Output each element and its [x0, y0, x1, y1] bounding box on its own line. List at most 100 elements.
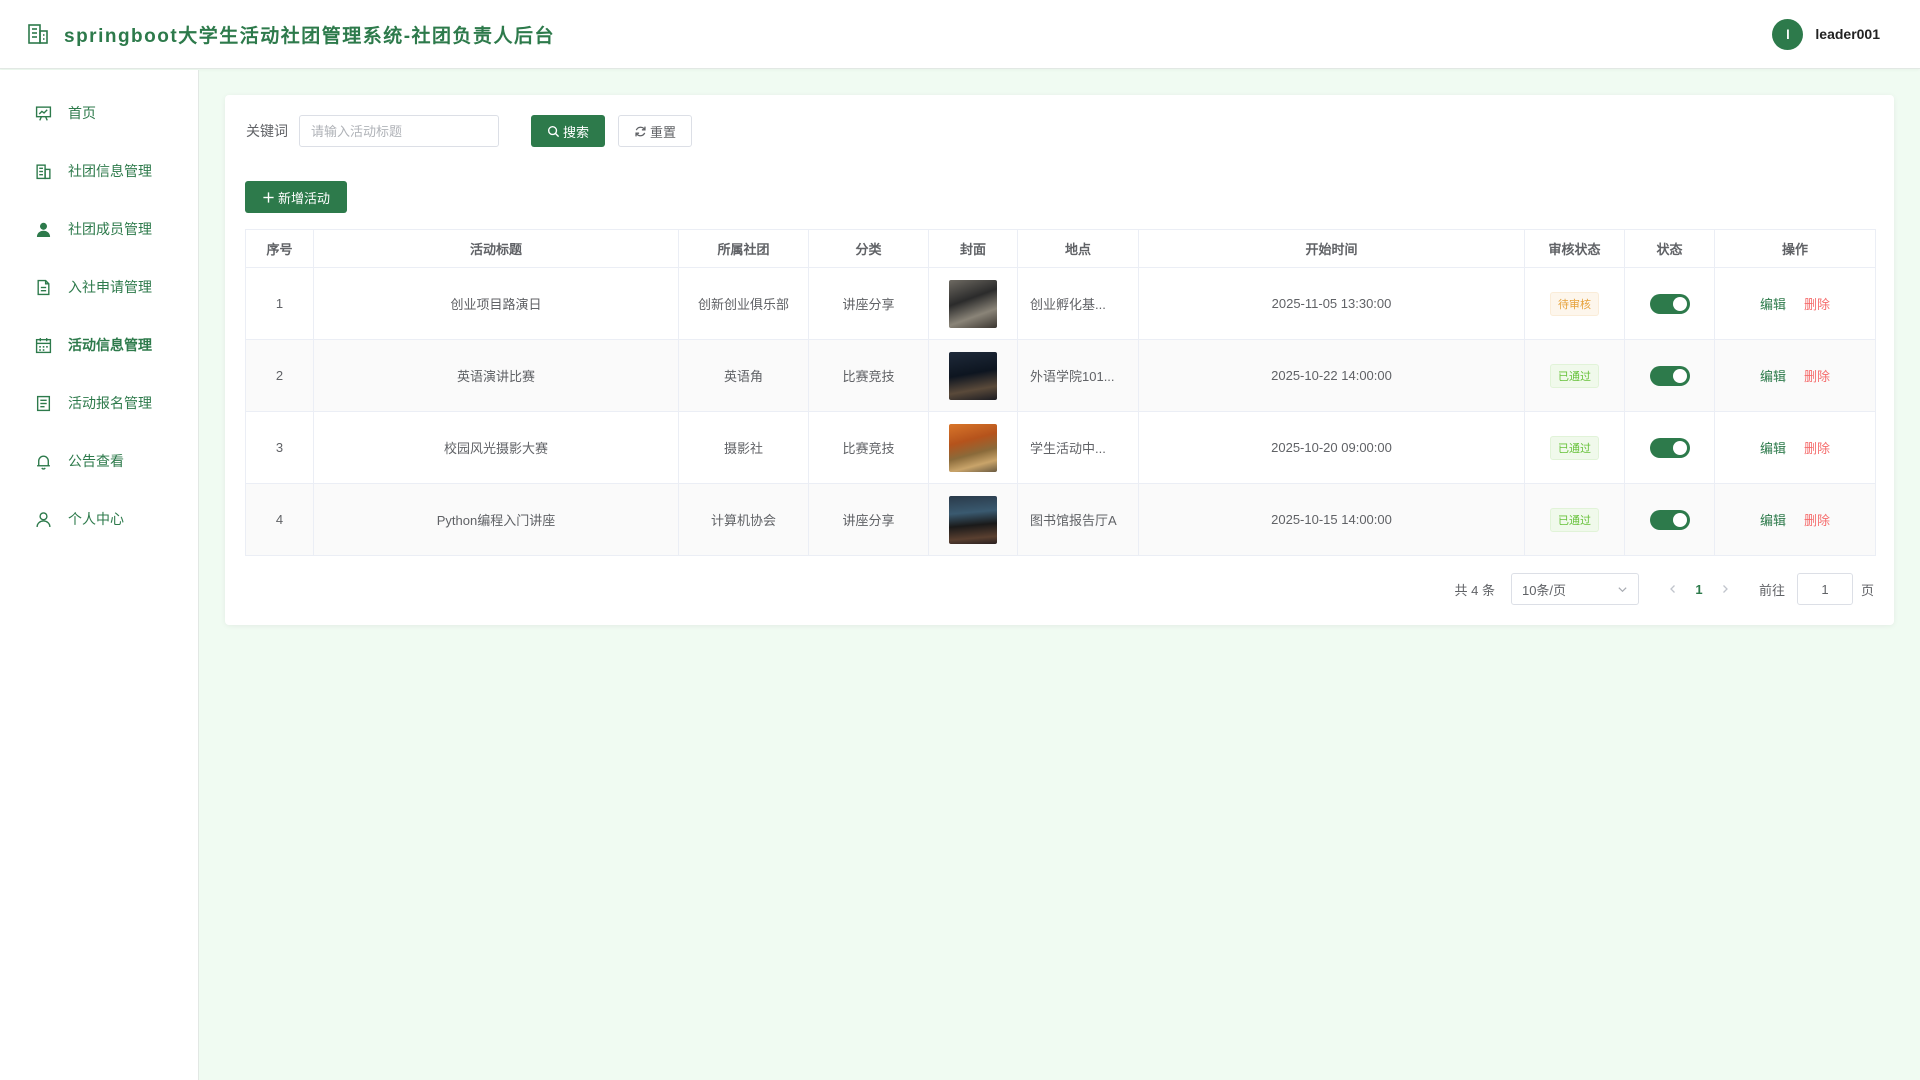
- column-header: 地点: [1017, 229, 1139, 268]
- edit-button[interactable]: 编辑: [1760, 513, 1786, 528]
- row-index: 4: [245, 483, 314, 556]
- location: 学生活动中...: [1017, 411, 1139, 484]
- category: 比赛竞技: [808, 411, 929, 484]
- row-index: 2: [245, 339, 314, 412]
- category: 比赛竞技: [808, 339, 929, 412]
- sidebar-item-members[interactable]: 社团成员管理: [0, 200, 198, 258]
- chevron-left-icon: [1670, 585, 1675, 593]
- column-header: 序号: [245, 229, 314, 268]
- column-header: 操作: [1714, 229, 1876, 268]
- sidebar-item-registrations[interactable]: 活动报名管理: [0, 374, 198, 432]
- sidebar-item-announcements[interactable]: 公告查看: [0, 432, 198, 490]
- sidebar-item-label: 活动信息管理: [68, 337, 152, 353]
- column-header: 封面: [928, 229, 1018, 268]
- review-status-badge: 待审核: [1550, 291, 1599, 316]
- brand: springboot大学生活动社团管理系统-社团负责人后台: [0, 21, 555, 48]
- table-row: 2 英语演讲比赛 英语角 比赛竞技 外语学院101... 2025-10-22 …: [245, 339, 1876, 412]
- edit-button[interactable]: 编辑: [1760, 441, 1786, 456]
- review-status-badge: 已通过: [1550, 363, 1599, 388]
- table-row: 1 创业项目路演日 创新创业俱乐部 讲座分享 创业孵化基... 2025-11-…: [245, 267, 1876, 340]
- avatar[interactable]: l: [1772, 18, 1804, 50]
- pagination: 共 4 条 10条/页 1 前往 页: [1455, 573, 1874, 605]
- delete-button[interactable]: 删除: [1804, 513, 1830, 528]
- document-icon: [37, 279, 50, 295]
- chevron-down-icon: [1618, 586, 1627, 592]
- activity-title: 创业项目路演日: [313, 267, 679, 340]
- reset-button[interactable]: 重置: [618, 115, 692, 147]
- keyword-input[interactable]: [299, 115, 499, 147]
- search-icon: [547, 125, 560, 137]
- category: 讲座分享: [808, 267, 929, 340]
- building-icon: [28, 24, 48, 44]
- club-name: 英语角: [678, 339, 809, 412]
- keyword-label: 关键词: [246, 123, 288, 139]
- next-page-button[interactable]: [1715, 579, 1735, 599]
- prev-page-button[interactable]: [1663, 579, 1683, 599]
- column-header: 所属社团: [678, 229, 809, 268]
- delete-button[interactable]: 删除: [1804, 441, 1830, 456]
- edit-button[interactable]: 编辑: [1760, 297, 1786, 312]
- club-name: 计算机协会: [678, 483, 809, 556]
- cover-image[interactable]: [949, 279, 997, 328]
- cover-image[interactable]: [949, 351, 997, 400]
- review-status-badge: 已通过: [1550, 435, 1599, 460]
- goto-label: 前往: [1758, 582, 1785, 598]
- sidebar-item-applications[interactable]: 入社申请管理: [0, 258, 198, 316]
- row-index: 3: [245, 411, 314, 484]
- cover-image[interactable]: [949, 423, 997, 472]
- sidebar-item-label: 社团信息管理: [68, 163, 152, 179]
- activity-list-card: 关键词 搜索 重置 新增活动 序号 活动标题 所属社团 分类 封面 地点 开始时…: [225, 95, 1894, 625]
- sidebar-item-profile[interactable]: 个人中心: [0, 490, 198, 548]
- sidebar-item-activities[interactable]: 活动信息管理: [0, 316, 198, 374]
- column-header: 审核状态: [1524, 229, 1625, 268]
- building-icon: [36, 163, 51, 179]
- start-time: 2025-10-15 14:00:00: [1138, 483, 1525, 556]
- club-name: 创新创业俱乐部: [678, 267, 809, 340]
- delete-button[interactable]: 删除: [1804, 369, 1830, 384]
- calendar-icon: [35, 337, 52, 353]
- add-activity-button[interactable]: 新增活动: [245, 181, 347, 213]
- location: 外语学院101...: [1017, 339, 1139, 412]
- top-header: springboot大学生活动社团管理系统-社团负责人后台 l leader00…: [0, 0, 1920, 69]
- sidebar-item-label: 首页: [68, 105, 96, 121]
- category: 讲座分享: [808, 483, 929, 556]
- sidebar-item-home[interactable]: 首页: [0, 84, 198, 142]
- refresh-icon: [635, 126, 646, 136]
- search-button-label: 搜索: [562, 124, 589, 140]
- sidebar-item-club-info[interactable]: 社团信息管理: [0, 142, 198, 200]
- location: 图书馆报告厅A: [1017, 483, 1139, 556]
- delete-button[interactable]: 删除: [1804, 297, 1830, 312]
- status-toggle[interactable]: [1649, 293, 1690, 314]
- column-header: 活动标题: [313, 229, 679, 268]
- status-toggle[interactable]: [1649, 509, 1690, 530]
- reset-button-label: 重置: [649, 124, 676, 140]
- user-icon: [36, 511, 51, 527]
- sidebar-item-label: 社团成员管理: [68, 221, 152, 237]
- page-size-value: 10条/页: [1521, 582, 1567, 598]
- chevron-right-icon: [1723, 585, 1728, 593]
- user-menu[interactable]: l leader001: [1772, 18, 1880, 50]
- username[interactable]: leader001: [1815, 26, 1880, 42]
- edit-button[interactable]: 编辑: [1760, 369, 1786, 384]
- sidebar-item-label: 入社申请管理: [68, 279, 152, 295]
- sidebar-item-label: 个人中心: [68, 511, 124, 527]
- search-button[interactable]: 搜索: [531, 115, 605, 147]
- dashboard-icon: [35, 105, 52, 121]
- start-time: 2025-10-22 14:00:00: [1138, 339, 1525, 412]
- page-number-current[interactable]: 1: [1683, 582, 1715, 597]
- table-row: 4 Python编程入门讲座 计算机协会 讲座分享 图书馆报告厅A 2025-1…: [245, 483, 1876, 556]
- row-index: 1: [245, 267, 314, 340]
- add-activity-label: 新增活动: [277, 190, 330, 206]
- user-filled-icon: [36, 222, 51, 237]
- page-size-select[interactable]: 10条/页: [1510, 573, 1639, 605]
- review-status-badge: 已通过: [1550, 507, 1599, 532]
- goto-page-input[interactable]: [1796, 573, 1853, 605]
- location: 创业孵化基...: [1017, 267, 1139, 340]
- status-toggle[interactable]: [1649, 437, 1690, 458]
- status-toggle[interactable]: [1649, 365, 1690, 386]
- cover-image[interactable]: [949, 495, 997, 544]
- app-title: springboot大学生活动社团管理系统-社团负责人后台: [64, 25, 556, 47]
- activity-table: 序号 活动标题 所属社团 分类 封面 地点 开始时间 审核状态 状态 操作 1 …: [245, 229, 1876, 556]
- bell-icon: [37, 455, 50, 470]
- club-name: 摄影社: [678, 411, 809, 484]
